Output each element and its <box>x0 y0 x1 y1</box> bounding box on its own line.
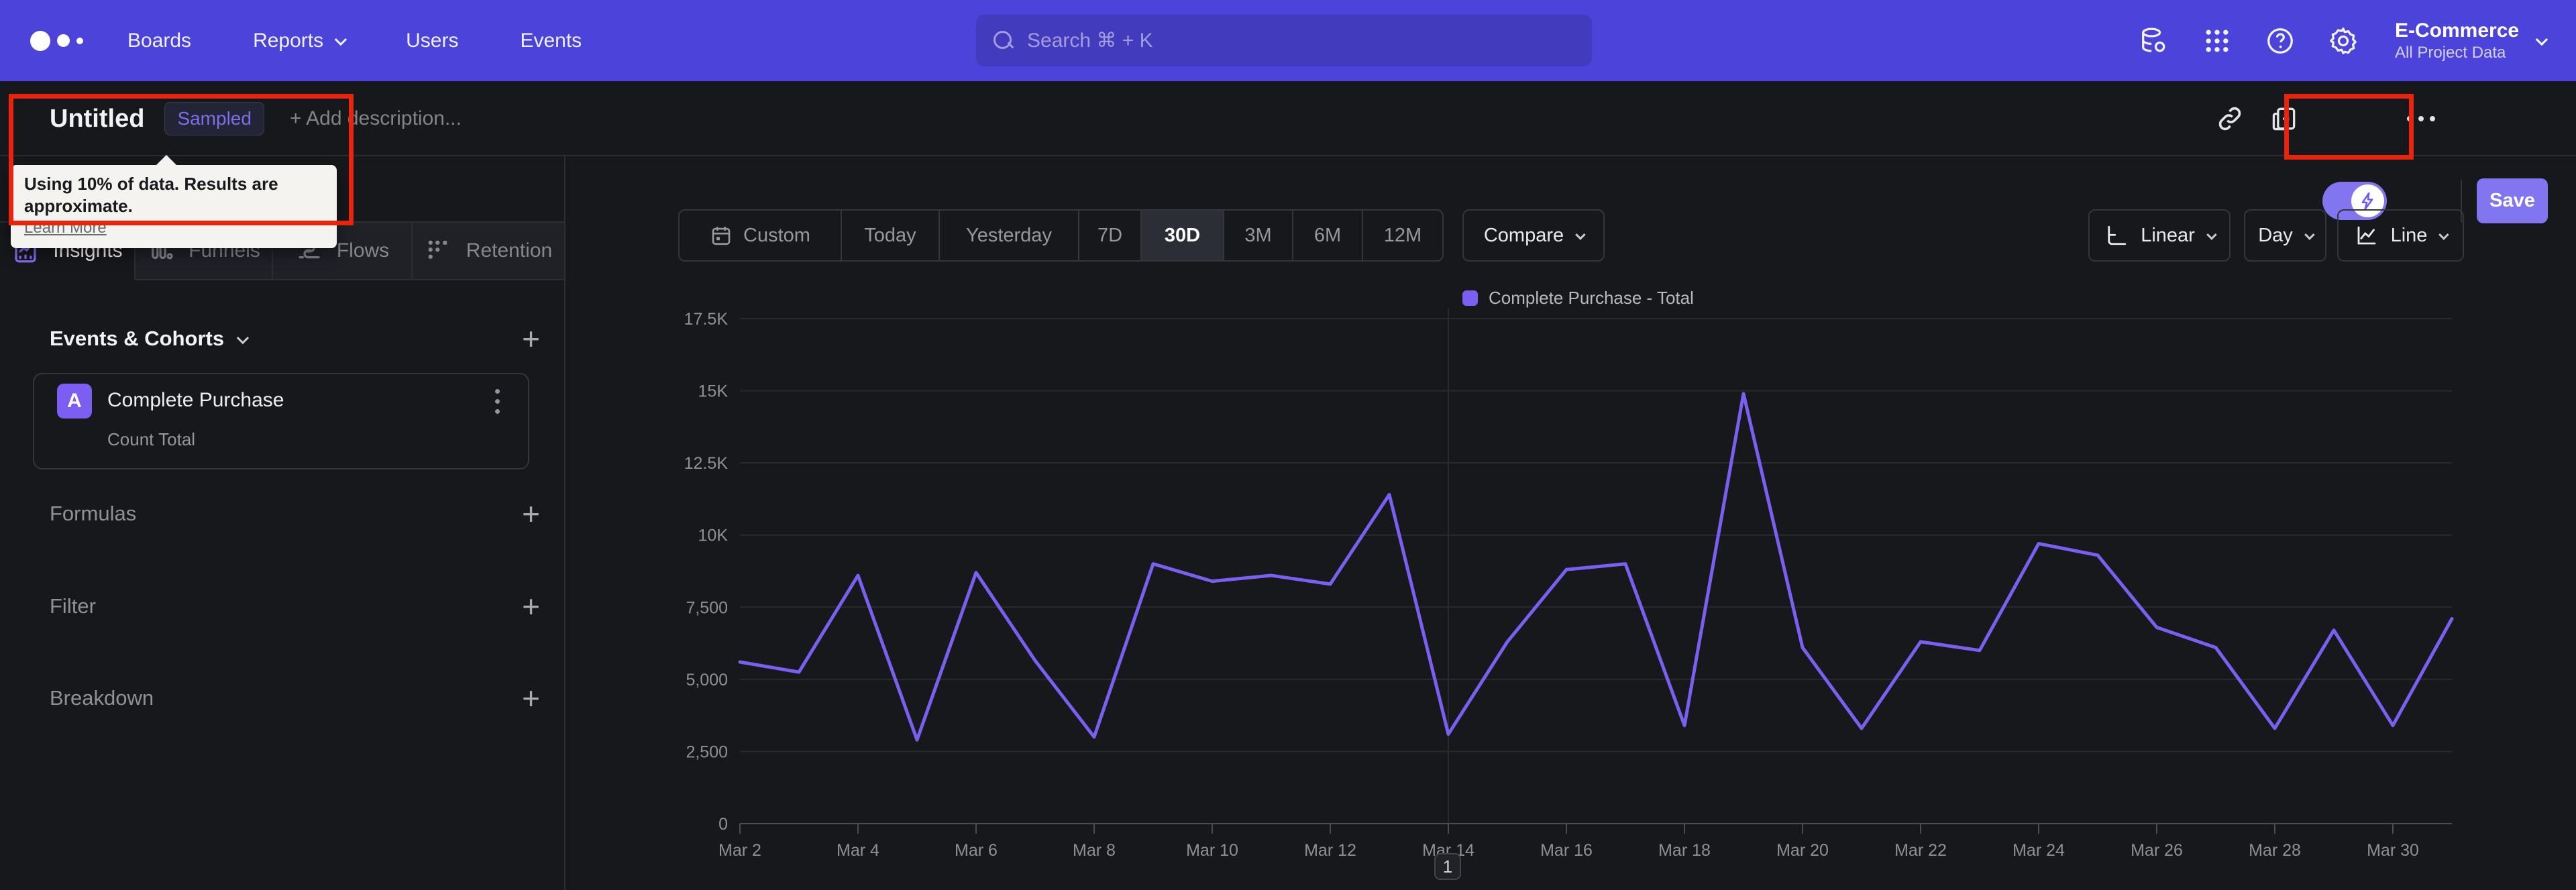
mixpanel-logo-icon[interactable] <box>30 30 91 51</box>
range-yesterday[interactable]: Yesterday <box>940 211 1079 260</box>
event-name: Complete Purchase <box>107 389 284 411</box>
search-input[interactable]: Search ⌘ + K <box>976 15 1592 66</box>
sampling-tooltip: Using 10% of data. Results are approxima… <box>11 155 337 248</box>
range-12m[interactable]: 12M <box>1363 211 1442 260</box>
breakdown-section: Breakdown + <box>50 681 540 716</box>
chevron-down-icon <box>2206 229 2217 240</box>
chevron-down-icon <box>1575 229 1586 240</box>
filter-section: Filter + <box>50 589 540 624</box>
primary-nav: Boards Reports Users Events <box>127 30 582 52</box>
apps-grid-icon[interactable] <box>2200 23 2235 58</box>
chevron-down-icon <box>2304 229 2315 240</box>
chart-panel: Custom Today Yesterday 7D 30D 3M 6M 12M … <box>566 156 2576 890</box>
events-cohorts-title[interactable]: Events & Cohorts <box>50 327 250 351</box>
event-card-complete-purchase[interactable]: A Complete Purchase Count Total <box>33 373 529 469</box>
nav-icon-group <box>2137 0 2361 81</box>
line-chart-icon <box>2357 226 2376 245</box>
add-to-board-icon[interactable] <box>2263 81 2306 156</box>
range-30d[interactable]: 30D <box>1142 211 1224 260</box>
date-range-segmented-control: Custom Today Yesterday 7D 30D 3M 6M 12M <box>678 209 1444 262</box>
retention-dots-icon <box>425 237 453 265</box>
query-builder-sidebar: Insights Funnels Flows Retention Events … <box>0 156 566 890</box>
legend-swatch <box>1462 290 1478 306</box>
add-breakdown-button[interactable]: + <box>522 683 540 714</box>
calendar-icon <box>712 227 731 245</box>
scale-dropdown[interactable]: Linear <box>2088 209 2231 262</box>
data-management-icon[interactable] <box>2137 23 2171 58</box>
range-3m[interactable]: 3M <box>1224 211 1293 260</box>
tab-retention[interactable]: Retention <box>413 223 564 279</box>
chart-legend[interactable]: Complete Purchase - Total <box>1462 288 1694 309</box>
chart-type-dropdown[interactable]: Line <box>2337 209 2464 262</box>
range-custom[interactable]: Custom <box>680 211 842 260</box>
add-description-field[interactable]: + Add description... <box>290 107 462 130</box>
chevron-down-icon <box>2438 229 2450 240</box>
help-icon[interactable] <box>2263 23 2298 58</box>
event-options-kebab-icon[interactable] <box>485 389 509 414</box>
report-title[interactable]: Untitled <box>50 105 144 133</box>
search-placeholder: Search ⌘ + K <box>1027 30 1153 52</box>
tooltip-text: Using 10% of data. Results are approxima… <box>24 174 278 216</box>
mixpanel-insights-page: Boards Reports Users Events Search ⌘ + K <box>0 0 2576 890</box>
linear-axis-icon <box>2108 225 2127 245</box>
nav-item-reports[interactable]: Reports <box>253 30 347 52</box>
report-title-bar: Untitled Sampled + Add description... Sa… <box>0 81 2576 223</box>
tab-label: Retention <box>466 239 553 262</box>
add-filter-button[interactable]: + <box>522 591 540 622</box>
interval-dropdown[interactable]: Day <box>2244 209 2326 262</box>
learn-more-link[interactable]: Learn More <box>24 217 107 239</box>
events-cohorts-header: Events & Cohorts + <box>50 323 540 355</box>
copy-link-icon[interactable] <box>2208 81 2251 156</box>
project-switcher[interactable]: E-Commerce All Project Data <box>2395 0 2548 81</box>
event-letter-badge: A <box>57 384 92 419</box>
range-today[interactable]: Today <box>842 211 940 260</box>
nav-item-boards[interactable]: Boards <box>127 30 191 52</box>
compare-dropdown[interactable]: Compare <box>1462 209 1605 262</box>
nav-item-events[interactable]: Events <box>520 30 582 52</box>
formulas-section: Formulas + <box>50 496 540 531</box>
sampled-badge[interactable]: Sampled <box>164 102 264 135</box>
search-icon <box>994 30 1014 51</box>
chevron-down-icon <box>236 331 250 344</box>
project-name: E-Commerce <box>2395 19 2520 42</box>
tab-label: Flows <box>336 239 390 262</box>
event-metric[interactable]: Count Total <box>107 429 195 450</box>
legend-label: Complete Purchase - Total <box>1489 288 1694 308</box>
more-options-icon[interactable] <box>2400 81 2443 156</box>
chevron-down-icon <box>334 33 347 46</box>
top-nav: Boards Reports Users Events Search ⌘ + K <box>0 0 2576 81</box>
range-7d[interactable]: 7D <box>1079 211 1142 260</box>
pagination-page-button[interactable]: 1 <box>1434 853 1461 880</box>
add-event-button[interactable]: + <box>522 323 540 354</box>
chevron-down-icon <box>2535 33 2548 46</box>
nav-item-users[interactable]: Users <box>406 30 458 52</box>
project-scope: All Project Data <box>2395 43 2506 62</box>
range-6m[interactable]: 6M <box>1293 211 1363 260</box>
settings-gear-icon[interactable] <box>2326 23 2361 58</box>
add-formula-button[interactable]: + <box>522 498 540 529</box>
